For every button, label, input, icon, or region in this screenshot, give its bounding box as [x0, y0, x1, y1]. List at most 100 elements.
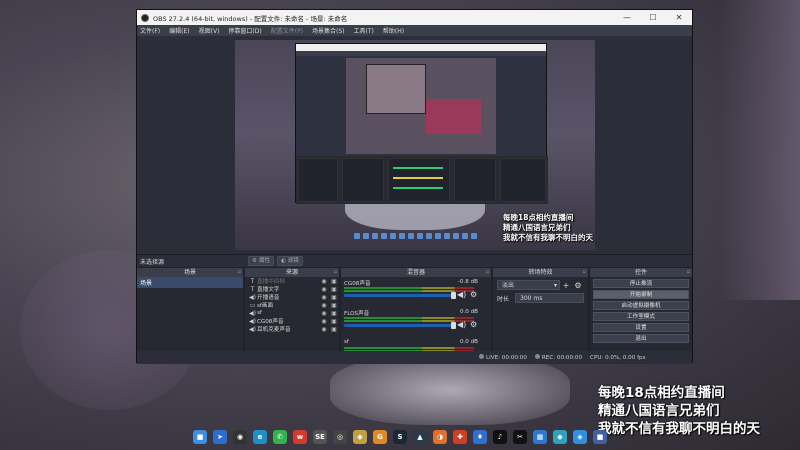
volume-knob[interactable]	[451, 292, 457, 299]
control-button[interactable]: 停止推流	[593, 279, 689, 288]
menu-item[interactable]: 文件(F)	[140, 26, 160, 35]
gear-icon[interactable]: ⚙	[470, 320, 477, 329]
source-label: sf画面	[257, 303, 274, 309]
app-icon-11[interactable]: ■	[593, 430, 607, 444]
windows-start-icon[interactable]: ■	[193, 430, 207, 444]
arrow-app-icon[interactable]: ➤	[213, 430, 227, 444]
source-item[interactable]: ◀) sf ◉ ▣	[245, 309, 339, 317]
preview-canvas[interactable]: 每晚18点相约直播间 精通八国语言兄弟们 我就不信有我聊不明白的天	[235, 40, 595, 250]
eye-icon[interactable]: ◉	[319, 278, 329, 285]
source-label: CG08声音	[257, 319, 284, 325]
control-button[interactable]: 启动虚拟摄像机	[593, 301, 689, 310]
speaker-icon[interactable]: ◀)	[457, 320, 466, 329]
filter-icon: ◐	[280, 257, 286, 264]
app-icon-5[interactable]: ◑	[433, 430, 447, 444]
control-button[interactable]: 退出	[593, 334, 689, 343]
app-icon-6[interactable]: ✚	[453, 430, 467, 444]
volume-slider[interactable]	[344, 292, 457, 299]
weibo-icon[interactable]: w	[293, 430, 307, 444]
menu-item[interactable]: 编辑(E)	[169, 26, 189, 35]
app-icon-1[interactable]: ◎	[333, 430, 347, 444]
app-icon-3[interactable]: G	[373, 430, 387, 444]
overlay-line: 每晚18点相约直播间	[598, 385, 725, 401]
tiktok-icon[interactable]: ♪	[493, 430, 507, 444]
scene-item[interactable]: 场景	[137, 277, 243, 288]
menu-item[interactable]: 停靠窗口(D)	[228, 26, 261, 35]
eye-icon[interactable]: ◉	[319, 286, 329, 293]
source-item[interactable]: T 直播中间挡 ◉ ▣	[245, 277, 339, 286]
gear-icon[interactable]: ⚙	[470, 290, 477, 299]
properties-button[interactable]: ⚙ 属性	[248, 256, 274, 266]
source-item[interactable]: ◀) 耳机克麦声音 ◉ ▣	[245, 325, 339, 334]
scenes-list[interactable]: 场景	[137, 277, 243, 351]
preview-overlay-text: 每晚18点相约直播间 精通八国语言兄弟们 我就不信有我聊不明白的天	[503, 213, 593, 242]
eye-icon[interactable]: ◉	[319, 310, 329, 317]
lock-icon[interactable]: ▣	[329, 302, 339, 309]
eye-icon[interactable]: ◉	[319, 294, 329, 301]
dock-popout-icon[interactable]: ▫	[486, 268, 489, 277]
nested-obs-window	[295, 43, 548, 204]
volume-knob[interactable]	[451, 322, 457, 329]
source-item[interactable]: ◀) 开播语音 ◉ ▣	[245, 293, 339, 302]
lock-icon[interactable]: ▣	[329, 310, 339, 317]
source-item[interactable]: ▭ sf画面 ◉ ▣	[245, 301, 339, 310]
edge-icon[interactable]: e	[253, 430, 267, 444]
overlay-line: 每晚18点相约直播间	[503, 213, 574, 222]
lock-icon[interactable]: ▣	[329, 318, 339, 325]
menu-item[interactable]: 视图(V)	[199, 26, 220, 35]
app-icon-7[interactable]: ♦	[473, 430, 487, 444]
filters-button[interactable]: ◐ 滤镜	[276, 256, 303, 266]
channel-name: FLOS声音	[344, 311, 370, 317]
menu-item[interactable]: 场景集合(S)	[312, 26, 345, 35]
maximize-button[interactable]: ☐	[640, 13, 666, 22]
app-icon-4[interactable]: ▲	[413, 430, 427, 444]
eye-icon[interactable]: ◉	[319, 326, 329, 333]
nested-meter	[393, 167, 443, 169]
se-app-icon[interactable]: SE	[313, 430, 327, 444]
duration-input[interactable]: 300 ms	[515, 293, 584, 303]
add-transition-icon[interactable]: +	[560, 281, 572, 290]
source-item[interactable]: T 直播文字 ◉ ▣	[245, 285, 339, 294]
channel-db: -0.8 dB	[457, 279, 478, 285]
menu-item[interactable]: 帮助(H)	[383, 26, 404, 35]
transition-settings-icon[interactable]: ⚙	[572, 281, 584, 290]
control-button[interactable]: 开始录制	[593, 290, 689, 299]
app-icon-10[interactable]: ◈	[573, 430, 587, 444]
obs-app-icon[interactable]: ◉	[233, 430, 247, 444]
app-icon-9[interactable]: ◆	[553, 430, 567, 444]
menu-item[interactable]: 配置文件(P)	[271, 26, 303, 35]
menu-item[interactable]: 工具(T)	[354, 26, 374, 35]
lock-icon[interactable]: ▣	[329, 286, 339, 293]
lock-icon[interactable]: ▣	[329, 278, 339, 285]
eye-icon[interactable]: ◉	[319, 318, 329, 325]
control-button[interactable]: 工作室模式	[593, 312, 689, 321]
dock-popout-icon[interactable]: ▫	[687, 268, 690, 277]
close-button[interactable]: ✕	[666, 13, 692, 22]
wechat-icon[interactable]: ✆	[273, 430, 287, 444]
steam-icon[interactable]: S	[393, 430, 407, 444]
gear-icon: ⚙	[252, 257, 257, 264]
volume-slider[interactable]	[344, 322, 457, 329]
nested-preview-overlay	[426, 99, 481, 134]
dock-popout-icon[interactable]: ▫	[238, 268, 241, 277]
dock-popout-icon[interactable]: ▫	[334, 268, 337, 277]
speaker-icon[interactable]: ◀)	[457, 290, 466, 299]
sources-list[interactable]: T 直播中间挡 ◉ ▣ T 直播文字 ◉ ▣ ◀) 开播语音 ◉ ▣ ▭ sf画面 ◉ ▣ ◀) sf ◉ ▣ ◀) CG…	[245, 277, 339, 351]
capcut-icon[interactable]: ✂	[513, 430, 527, 444]
menu-bar: 文件(F) 编辑(E) 视图(V) 停靠窗口(D) 配置文件(P) 场景集合(S) 工具(T…	[137, 25, 692, 36]
minimize-button[interactable]: —	[614, 13, 640, 22]
eye-icon[interactable]: ◉	[319, 302, 329, 309]
dock-popout-icon[interactable]: ▫	[583, 268, 586, 277]
nested-title-bar	[296, 44, 546, 51]
app-icon-2[interactable]: ◆	[353, 430, 367, 444]
scenes-header: 场景 ▫	[137, 268, 243, 277]
transition-select[interactable]: 淡出	[497, 280, 560, 290]
nested-scenes-dock	[298, 158, 338, 202]
control-button[interactable]: 设置	[593, 323, 689, 332]
sources-header: 来源 ▫	[245, 268, 339, 277]
app-icon-8[interactable]: ▦	[533, 430, 547, 444]
obs-window: OBS 27.2.4 (64-bit, windows) - 配置文件: 未命名…	[136, 9, 693, 364]
source-item[interactable]: ◀) CG08声音 ◉ ▣	[245, 317, 339, 326]
lock-icon[interactable]: ▣	[329, 326, 339, 333]
lock-icon[interactable]: ▣	[329, 294, 339, 301]
